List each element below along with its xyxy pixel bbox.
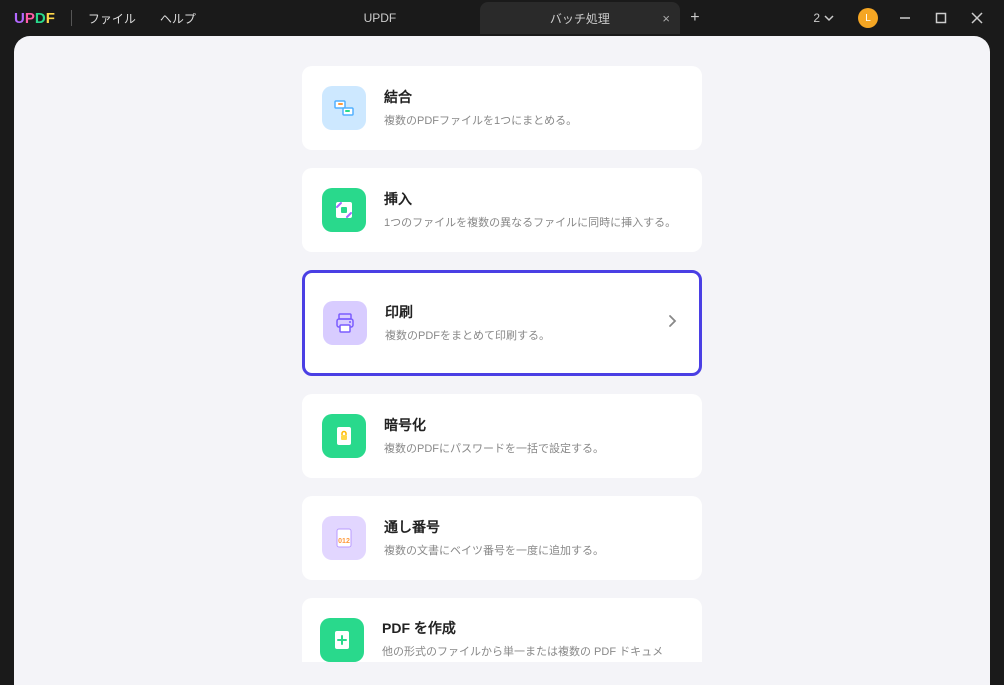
create-icon <box>320 618 364 662</box>
maximize-icon <box>935 12 947 24</box>
card-body: 通し番号 複数の文書にベイツ番号を一度に追加する。 <box>384 517 678 560</box>
tab-strip: UPDF バッチ処理 × + <box>280 0 710 36</box>
maximize-button[interactable] <box>932 9 950 27</box>
merge-icon <box>322 86 366 130</box>
card-body: 暗号化 複数のPDFにパスワードを一括で設定する。 <box>384 415 678 458</box>
card-title: 印刷 <box>385 302 667 322</box>
close-button[interactable] <box>968 9 986 27</box>
card-print[interactable]: 印刷 複数のPDFをまとめて印刷する。 <box>302 270 702 376</box>
close-icon <box>971 12 983 24</box>
svg-text:012: 012 <box>338 538 350 545</box>
close-icon[interactable]: × <box>662 11 670 26</box>
chevron-down-icon <box>824 13 834 23</box>
card-desc: 1つのファイルを複数の異なるファイルに同時に挿入する。 <box>384 215 678 232</box>
lock-icon <box>322 414 366 458</box>
card-desc: 複数のPDFをまとめて印刷する。 <box>385 328 667 345</box>
tab-batch[interactable]: バッチ処理 × <box>480 2 680 34</box>
card-body: PDF を作成 他の形式のファイルから単一または複数の PDF ドキュメ <box>382 616 680 661</box>
add-tab-button[interactable]: + <box>680 9 710 27</box>
card-desc: 複数の文書にベイツ番号を一度に追加する。 <box>384 543 678 560</box>
card-desc: 複数のPDFファイルを1つにまとめる。 <box>384 113 678 130</box>
separator <box>71 10 72 26</box>
minimize-button[interactable] <box>896 9 914 27</box>
content-area: 結合 複数のPDFファイルを1つにまとめる。 挿入 1つのファイルを複数の異なる… <box>14 36 990 685</box>
card-create-pdf[interactable]: PDF を作成 他の形式のファイルから単一または複数の PDF ドキュメ <box>302 598 702 662</box>
title-bar: UPDF ファイル ヘルプ UPDF バッチ処理 × + 2 L <box>0 0 1004 36</box>
card-encrypt[interactable]: 暗号化 複数のPDFにパスワードを一括で設定する。 <box>302 394 702 478</box>
avatar[interactable]: L <box>858 8 878 28</box>
card-insert[interactable]: 挿入 1つのファイルを複数の異なるファイルに同時に挿入する。 <box>302 168 702 252</box>
printer-icon <box>323 301 367 345</box>
card-title: 通し番号 <box>384 517 678 537</box>
tab-label: UPDF <box>364 11 397 25</box>
menu-file[interactable]: ファイル <box>88 10 136 27</box>
window-count[interactable]: 2 <box>813 11 834 25</box>
bates-icon: 012 <box>322 516 366 560</box>
tab-updf[interactable]: UPDF <box>280 2 480 34</box>
chevron-right-icon <box>667 314 677 333</box>
card-title: PDF を作成 <box>382 618 680 638</box>
card-body: 結合 複数のPDFファイルを1つにまとめる。 <box>384 87 678 130</box>
app-logo: UPDF <box>14 10 55 27</box>
minimize-icon <box>899 12 911 24</box>
card-body: 挿入 1つのファイルを複数の異なるファイルに同時に挿入する。 <box>384 189 678 232</box>
card-merge[interactable]: 結合 複数のPDFファイルを1つにまとめる。 <box>302 66 702 150</box>
card-title: 結合 <box>384 87 678 107</box>
tab-label: バッチ処理 <box>550 10 610 27</box>
card-bates[interactable]: 012 通し番号 複数の文書にベイツ番号を一度に追加する。 <box>302 496 702 580</box>
menu-help[interactable]: ヘルプ <box>160 10 196 27</box>
window-controls: 2 L <box>813 8 1004 28</box>
card-body: 印刷 複数のPDFをまとめて印刷する。 <box>385 302 667 345</box>
card-title: 暗号化 <box>384 415 678 435</box>
batch-card-list: 結合 複数のPDFファイルを1つにまとめる。 挿入 1つのファイルを複数の異なる… <box>302 36 702 662</box>
card-desc: 他の形式のファイルから単一または複数の PDF ドキュメ <box>382 644 680 661</box>
card-title: 挿入 <box>384 189 678 209</box>
insert-icon <box>322 188 366 232</box>
card-desc: 複数のPDFにパスワードを一括で設定する。 <box>384 441 678 458</box>
